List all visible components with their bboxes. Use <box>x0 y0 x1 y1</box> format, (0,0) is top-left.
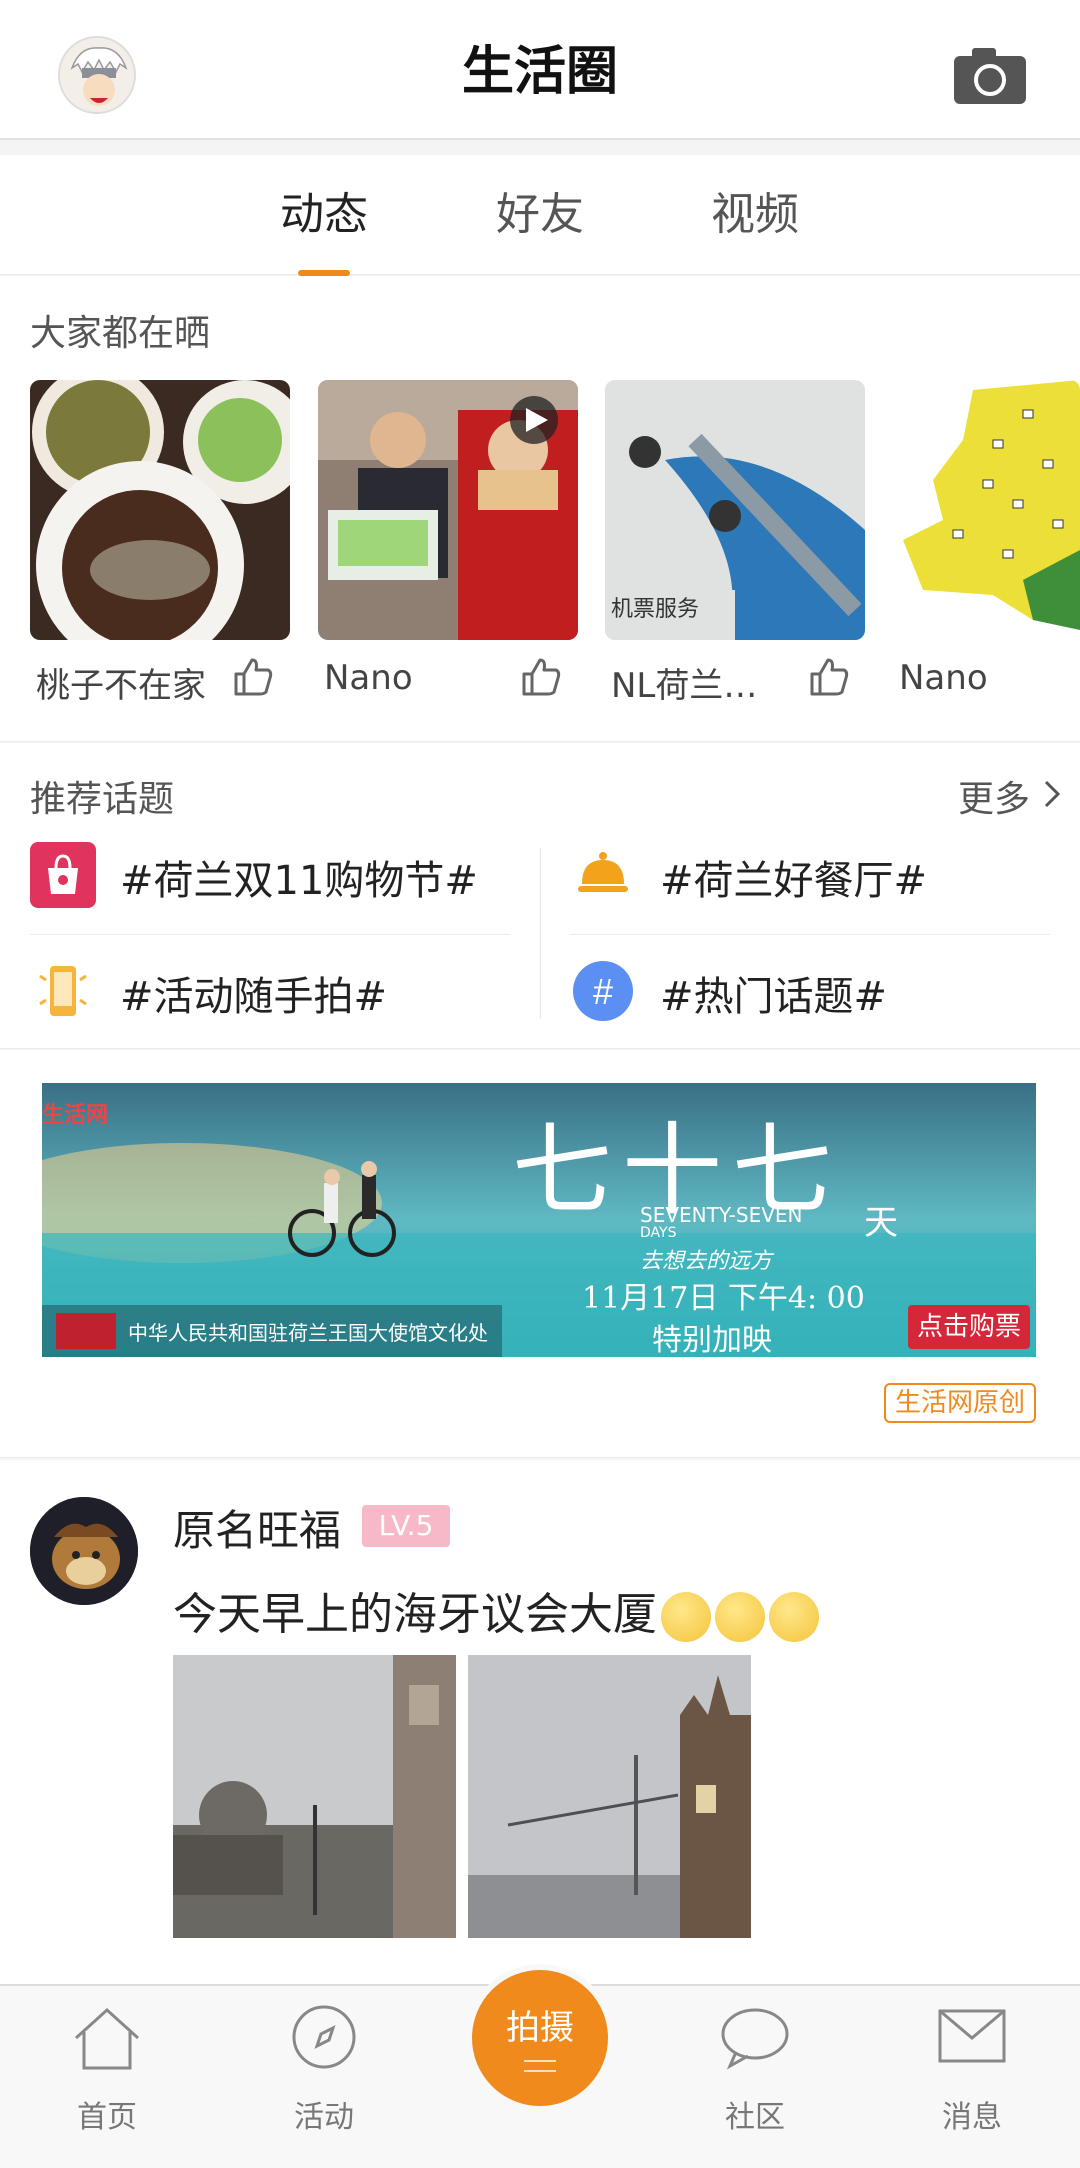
rolling-eyes-emoji-icon <box>715 1592 765 1642</box>
compass-icon <box>292 2005 356 2069</box>
banner-subtitle-days: DAYS <box>640 1225 677 1241</box>
phone-icon <box>30 958 96 1024</box>
svg-text:机票服务: 机票服务 <box>611 596 699 621</box>
banner-brand: 生活网 <box>42 1103 109 1128</box>
topics-divider <box>30 934 510 935</box>
camera-icon[interactable] <box>952 44 1028 106</box>
banner-subtitle-en: SEVENTY-SEVEN <box>640 1203 803 1227</box>
topic-restaurants[interactable]: #荷兰好餐厅# <box>660 848 927 906</box>
post-photo[interactable] <box>173 1655 456 1938</box>
tab-messages[interactable]: 消息 <box>897 1990 1047 2160</box>
banner-title-tian: 天 <box>864 1203 898 1243</box>
hashtag-icon: # <box>570 958 636 1024</box>
tab-community[interactable]: 社区 <box>680 1990 830 2160</box>
banner-tagline: 去想去的远方 <box>640 1249 773 1274</box>
post-avatar[interactable] <box>30 1497 138 1605</box>
topics-title: 推荐话题 <box>30 779 175 820</box>
level-badge: LV.5 <box>362 1505 450 1547</box>
more-link[interactable]: 更多 <box>958 770 1030 822</box>
post-text: 今天早上的海牙议会大厦 <box>173 1578 819 1642</box>
banner-date: 11月17日 下午4: 00 <box>582 1281 865 1316</box>
tab-friends[interactable]: 好友 <box>440 155 640 275</box>
original-badge: 生活网原创 <box>884 1383 1036 1423</box>
tab-home[interactable]: 首页 <box>32 1990 182 2160</box>
home-icon <box>74 2007 140 2070</box>
topic-hot[interactable]: #热门话题# <box>660 964 887 1022</box>
sharing-title: 大家都在晒 <box>30 313 211 354</box>
post-photo[interactable] <box>468 1655 751 1938</box>
post-username[interactable]: 原名旺福 <box>173 1497 341 1558</box>
tab-messages-label: 消息 <box>942 2100 1002 2135</box>
capture-label: 拍摄 <box>506 2008 574 2048</box>
share-card-map[interactable] <box>893 380 1080 640</box>
shopping-bag-icon <box>30 842 96 908</box>
rolling-eyes-emoji-icon <box>661 1592 711 1642</box>
share-card-name: Nano <box>899 658 988 698</box>
envelope-icon <box>938 2009 1006 2063</box>
thumbs-up-icon[interactable] <box>808 656 850 698</box>
banner-special: 特别加映 <box>652 1323 772 1357</box>
dining-bell-icon <box>570 842 636 908</box>
tab-activities[interactable]: 活动 <box>249 1990 399 2160</box>
chevron-right-icon <box>1042 776 1064 812</box>
topics-divider-vertical <box>540 848 541 1018</box>
topics-divider <box>570 934 1050 935</box>
share-card-food[interactable] <box>30 380 290 640</box>
share-card-name: NL荷兰… <box>611 666 758 706</box>
promo-banner[interactable]: 生活网 七十七 天 SEVENTY-SEVEN DAYS 去想去的远方 11月1… <box>42 1083 1036 1357</box>
banner-sponsor: 中华人民共和国驻荷兰王国大使馆文化处 <box>128 1321 488 1345</box>
share-card-store[interactable] <box>318 380 578 640</box>
tab-activities-label: 活动 <box>294 2100 354 2135</box>
tab-home-label: 首页 <box>77 2100 137 2135</box>
chat-bubble-icon <box>721 2008 789 2070</box>
sponsor-logo <box>56 1313 116 1349</box>
topic-event-photos[interactable]: #活动随手拍# <box>120 964 387 1022</box>
tab-video[interactable]: 视频 <box>655 155 855 275</box>
thumbs-up-icon[interactable] <box>232 656 274 698</box>
menu-lines-icon <box>522 2058 558 2072</box>
thumbs-up-icon[interactable] <box>520 656 562 698</box>
buy-ticket-button[interactable]: 点击购票 <box>908 1305 1030 1349</box>
tab-community-label: 社区 <box>725 2100 785 2135</box>
share-card-name: 桃子不在家 <box>36 666 206 706</box>
svg-text:#: # <box>593 971 613 1012</box>
topic-shopping[interactable]: #荷兰双11购物节# <box>120 848 478 906</box>
share-card-name: Nano <box>324 658 413 698</box>
tab-dynamic[interactable]: 动态 <box>224 155 424 275</box>
user-avatar[interactable] <box>58 36 136 114</box>
share-card-flight[interactable]: 机票服务 <box>605 380 865 640</box>
rolling-eyes-emoji-icon <box>769 1592 819 1642</box>
post-text-content: 今天早上的海牙议会大厦 <box>173 1589 657 1640</box>
page-title: 生活圈 <box>461 42 618 102</box>
